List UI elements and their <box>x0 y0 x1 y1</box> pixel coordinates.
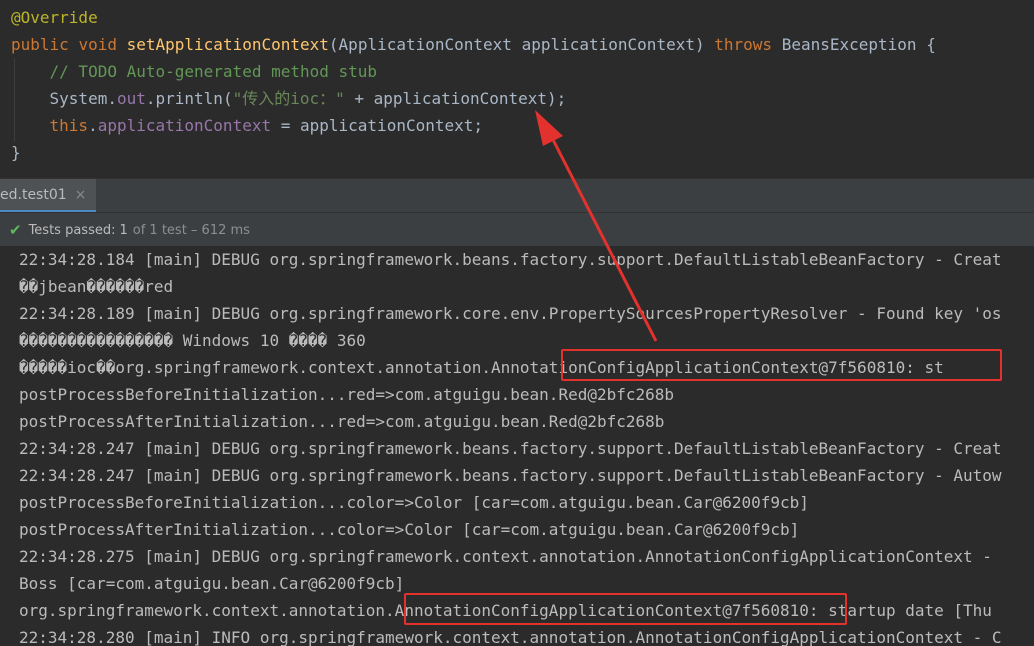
code-editor[interactable]: @Override public void setApplicationCont… <box>0 0 1034 178</box>
highlight-box-startup-context <box>404 593 847 625</box>
paren-open: ( <box>328 35 339 54</box>
run-tab[interactable]: ed.test01 × <box>0 179 97 213</box>
check-icon: ✔ <box>9 221 22 239</box>
code-line-1: @Override <box>11 4 98 31</box>
console-line: postProcessAfterInitialization...color=>… <box>19 520 800 539</box>
code-line-4: System.out.println("传入的ioc：" + applicati… <box>11 85 567 112</box>
exception-type: BeansException <box>781 35 917 54</box>
run-tab-bar: ed.test01 × <box>0 178 1034 213</box>
out-field: out <box>116 89 146 108</box>
code-line-2: public void setApplicationContext(Applic… <box>11 31 936 58</box>
console-line: 22:34:28.189 [main] DEBUG org.springfram… <box>19 304 1002 323</box>
console-line: 22:34:28.247 [main] DEBUG org.springfram… <box>19 439 1002 458</box>
kw-this: this <box>49 116 89 135</box>
param-type: ApplicationContext <box>338 35 512 54</box>
field-name: applicationContext <box>97 116 272 135</box>
console-line: ��jbean������red <box>19 277 174 296</box>
tests-passed-label: Tests passed: <box>28 222 116 238</box>
code-line-3: // TODO Auto-generated method stub <box>11 58 378 85</box>
code-line-6: } <box>11 139 21 166</box>
todo-comment: // TODO Auto-generated method stub <box>49 62 378 81</box>
console-line: 22:34:28.247 [main] DEBUG org.springfram… <box>19 466 1002 485</box>
println-call: .println( <box>145 89 233 108</box>
paren-close: ) <box>694 35 705 54</box>
assignment: = applicationContext; <box>271 116 484 135</box>
brace-open: { <box>926 35 936 54</box>
test-status-bar: ✔ Tests passed: 1 of 1 test – 612 ms <box>0 212 1034 248</box>
brace-close: } <box>11 143 21 162</box>
override-annotation: @Override <box>11 8 98 27</box>
console-line: postProcessBeforeInitialization...color=… <box>19 493 809 512</box>
kw-public: public <box>11 35 69 54</box>
console-line: postProcessBeforeInitialization...red=>c… <box>19 385 675 404</box>
kw-throws: throws <box>714 35 773 54</box>
console-line: postProcessAfterInitialization...red=>co… <box>19 412 665 431</box>
code-line-5: this.applicationContext = applicationCon… <box>11 112 483 139</box>
console-line: 22:34:28.275 [main] DEBUG org.springfram… <box>19 547 1002 566</box>
param-name: applicationContext <box>521 35 695 54</box>
println-args: + applicationContext); <box>344 89 567 108</box>
tests-passed-count: 1 <box>119 222 128 238</box>
console-line: ���������������� Windows 10 ���� 360 <box>19 331 366 350</box>
highlight-box-ioc-context <box>561 349 1002 381</box>
dot: . <box>88 116 98 135</box>
run-tab-label: ed.test01 <box>0 186 67 203</box>
close-icon[interactable]: × <box>75 187 87 203</box>
method-name: setApplicationContext <box>126 35 329 54</box>
tests-passed-detail: of 1 test – 612 ms <box>132 222 250 238</box>
console-line: 22:34:28.280 [main] INFO org.springframe… <box>19 628 1002 646</box>
kw-void: void <box>78 35 117 54</box>
system-class: System. <box>49 89 117 108</box>
console-line: 22:34:28.184 [main] DEBUG org.springfram… <box>19 250 1002 269</box>
string-literal: "传入的ioc：" <box>232 89 345 108</box>
console-line: Boss [car=com.atguigu.bean.Car@6200f9cb] <box>19 574 405 593</box>
console-output[interactable]: 22:34:28.184 [main] DEBUG org.springfram… <box>0 246 1034 646</box>
